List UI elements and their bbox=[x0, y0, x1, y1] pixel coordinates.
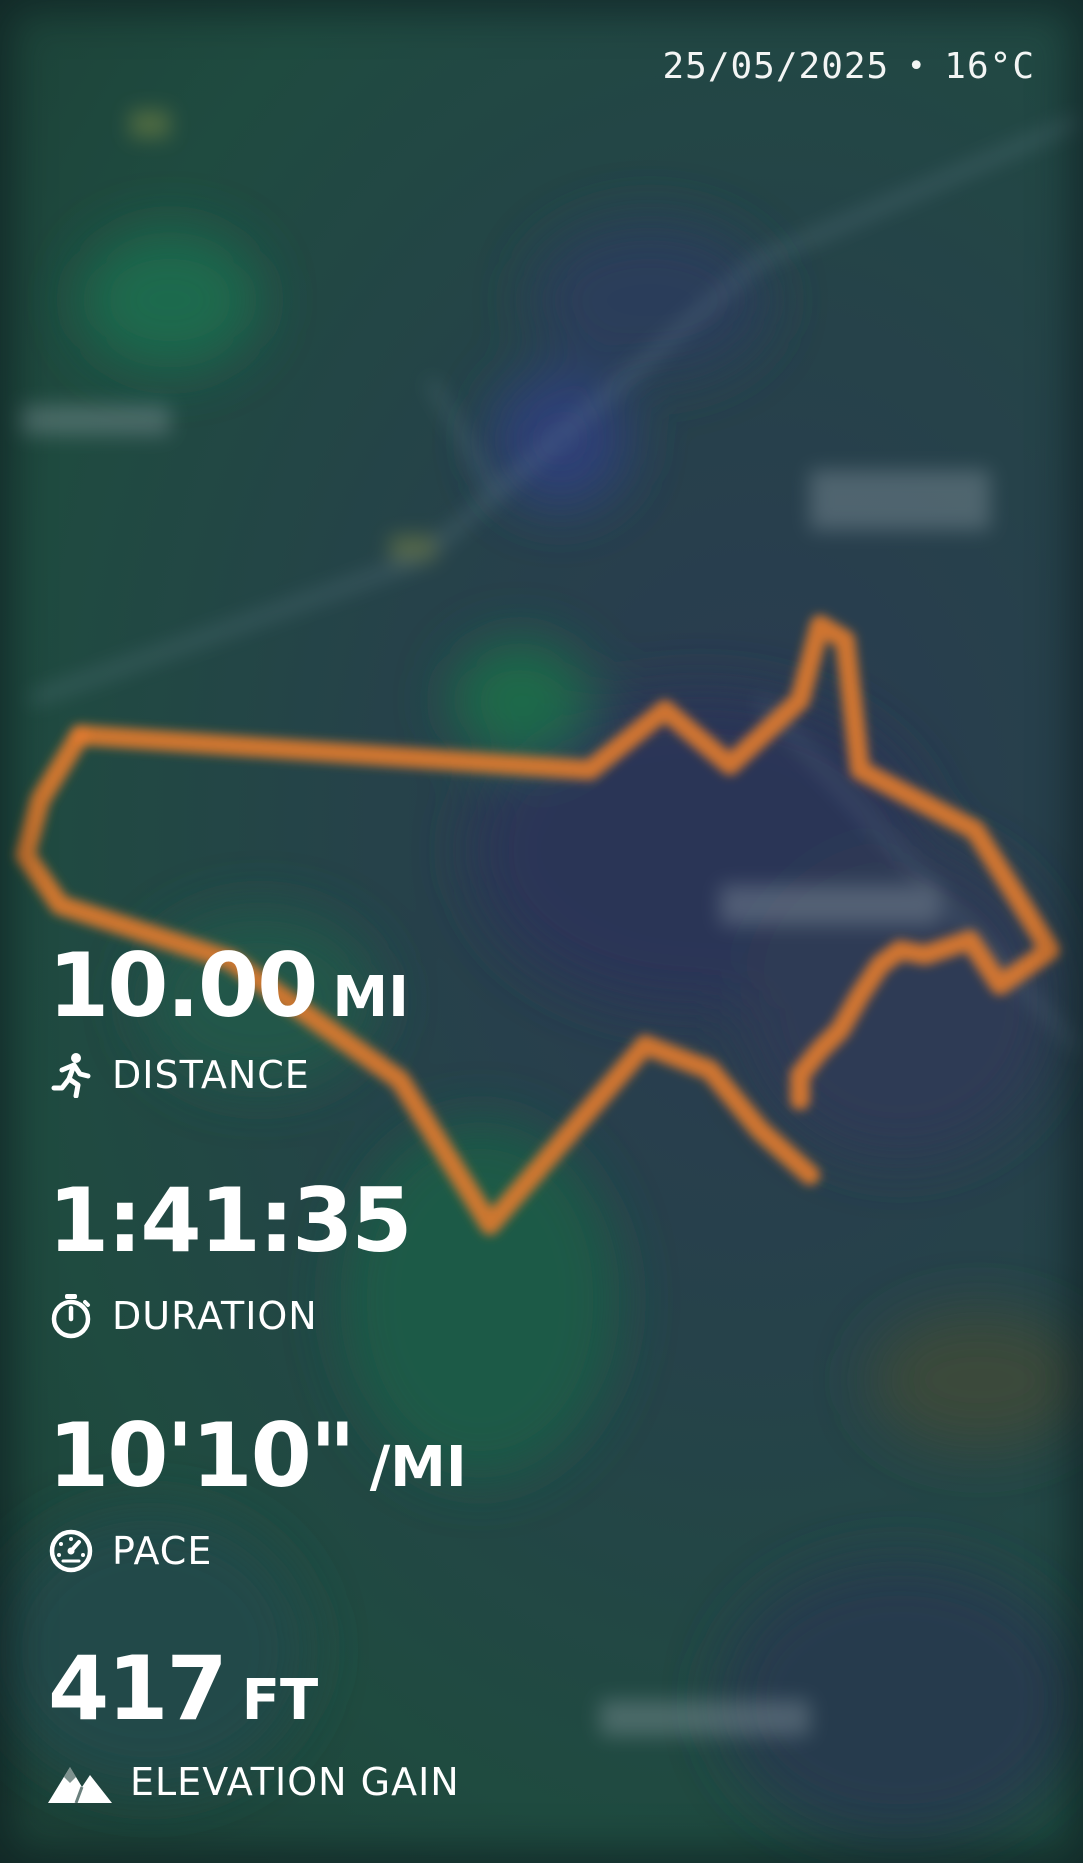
duration-label-row: DURATION bbox=[48, 1293, 411, 1339]
elevation-label-row: ELEVATION GAIN bbox=[48, 1759, 460, 1805]
distance-value: 10.00 bbox=[48, 934, 318, 1037]
elevation-stat: 417 FT ELEVATION GAIN bbox=[48, 1645, 460, 1805]
elevation-value: 417 bbox=[48, 1637, 228, 1740]
distance-unit: MI bbox=[332, 965, 409, 1030]
elevation-label: ELEVATION GAIN bbox=[130, 1760, 460, 1804]
activity-summary-screen: 25/05/2025 • 16°C 10.00 MI DISTANCE 1:41… bbox=[0, 0, 1083, 1863]
elevation-unit: FT bbox=[241, 1668, 319, 1733]
speedometer-icon bbox=[48, 1528, 94, 1574]
meta-separator: • bbox=[907, 49, 927, 84]
runner-icon bbox=[48, 1052, 94, 1098]
duration-value: 1:41:35 bbox=[48, 1169, 413, 1272]
duration-label: DURATION bbox=[112, 1294, 318, 1338]
distance-value-row: 10.00 MI bbox=[48, 942, 409, 1030]
distance-stat: 10.00 MI DISTANCE bbox=[48, 942, 409, 1098]
stopwatch-icon bbox=[48, 1293, 94, 1339]
pace-stat: 10'10" /MI PACE bbox=[48, 1412, 467, 1574]
mountain-icon bbox=[48, 1759, 112, 1805]
distance-label-row: DISTANCE bbox=[48, 1052, 409, 1098]
activity-meta: 25/05/2025 • 16°C bbox=[662, 46, 1035, 87]
activity-date: 25/05/2025 bbox=[662, 46, 890, 87]
route-map bbox=[0, 110, 1083, 1840]
distance-label: DISTANCE bbox=[112, 1053, 310, 1097]
activity-temperature: 16°C bbox=[944, 46, 1035, 87]
pace-unit: /MI bbox=[369, 1435, 467, 1500]
duration-value-row: 1:41:35 bbox=[48, 1169, 413, 1272]
pace-value-row: 10'10" /MI bbox=[48, 1412, 467, 1500]
elevation-value-row: 417 FT bbox=[48, 1645, 460, 1733]
duration-stat: 1:41:35 DURATION bbox=[48, 1169, 413, 1339]
pace-label: PACE bbox=[112, 1529, 213, 1573]
pace-value: 10'10" bbox=[48, 1404, 356, 1507]
pace-label-row: PACE bbox=[48, 1528, 467, 1574]
